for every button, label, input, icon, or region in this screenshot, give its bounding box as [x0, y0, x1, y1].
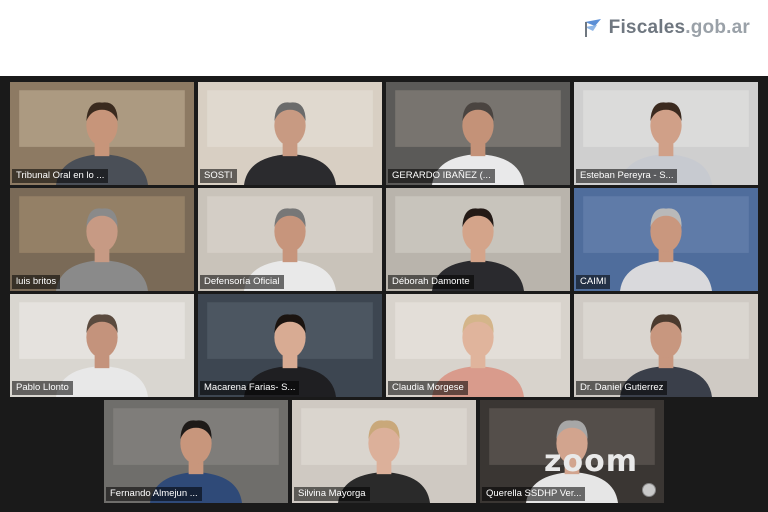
participant-name-label: Silvina Mayorga [294, 487, 370, 501]
participant-tile[interactable]: Déborah Damonte [386, 188, 570, 291]
participant-name-label: Tribunal Oral en lo ... [12, 169, 109, 183]
participant-name-label: Pablo Llonto [12, 381, 73, 395]
participant-tile[interactable]: luis britos [10, 188, 194, 291]
participant-name-label: Defensoría Oficial [200, 275, 284, 289]
participant-name-label: Querella SSDHP Ver... [482, 487, 586, 501]
participant-name-label: Fernando Almejun ... [106, 487, 202, 501]
crest-icon [642, 483, 656, 497]
participant-name-label: Esteban Pereyra - S... [576, 169, 678, 183]
participant-tile[interactable]: Esteban Pereyra - S... [574, 82, 758, 185]
participant-name-label: Déborah Damonte [388, 275, 474, 289]
participant-tile[interactable]: Claudia Morgese [386, 294, 570, 397]
participant-tile[interactable]: Tribunal Oral en lo ... [10, 82, 194, 185]
participant-tile[interactable]: Fernando Almejun ... [104, 400, 288, 503]
participant-name-label: CAIMI [576, 275, 611, 289]
fiscales-flag-icon [584, 19, 601, 37]
participant-tile[interactable]: Querella SSDHP Ver... zoom [480, 400, 664, 503]
zoom-gallery-view: Tribunal Oral en lo ... SOSTI GERARDO IBAÑ… [0, 76, 768, 512]
participant-tile[interactable]: Defensoría Oficial [198, 188, 382, 291]
zoom-watermark: zoom [544, 444, 638, 479]
participant-tile[interactable]: Macarena Farias- S... [198, 294, 382, 397]
participant-tile[interactable]: Silvina Mayorga [292, 400, 476, 503]
fiscales-logo: Fiscales.gob.ar [583, 14, 750, 42]
participant-name-label: SOSTI [200, 169, 237, 183]
participant-name-label: Macarena Farias- S... [200, 381, 300, 395]
participant-name-label: Claudia Morgese [388, 381, 468, 395]
participant-name-label: luis britos [12, 275, 61, 289]
participant-tile[interactable]: Dr. Daniel Gutierrez [574, 294, 758, 397]
participant-name-label: GERARDO IBAÑEZ (... [388, 169, 495, 183]
participant-tile[interactable]: GERARDO IBAÑEZ (... [386, 82, 570, 185]
participant-tile[interactable]: Pablo Llonto [10, 294, 194, 397]
brand-text: Fiscales.gob.ar [608, 17, 750, 38]
participant-tile[interactable]: CAIMI [574, 188, 758, 291]
participant-name-label: Dr. Daniel Gutierrez [576, 381, 668, 395]
participant-tile[interactable]: SOSTI [198, 82, 382, 185]
